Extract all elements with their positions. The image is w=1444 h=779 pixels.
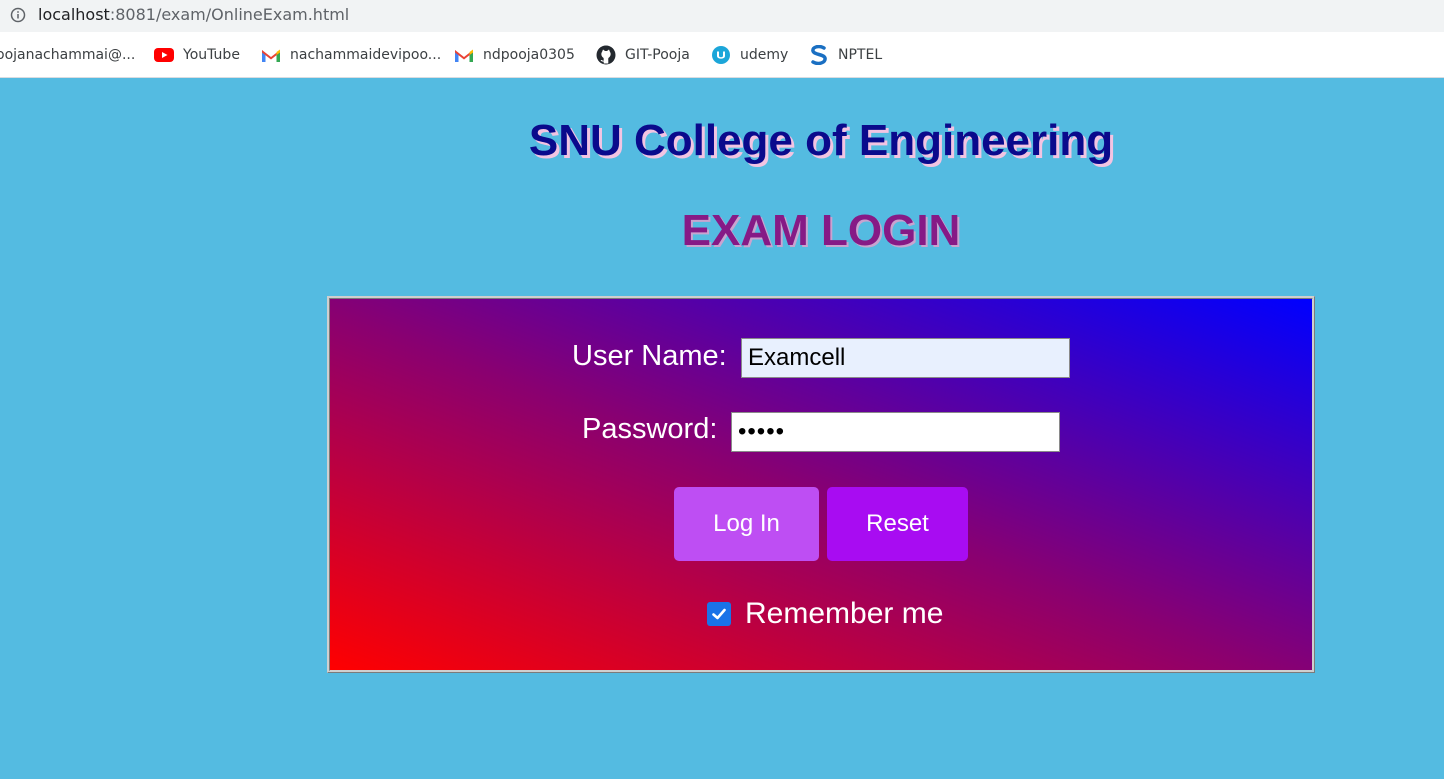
url-path: :8081/exam/OnlineExam.html bbox=[109, 5, 350, 24]
bookmark-udemy[interactable]: udemy bbox=[711, 45, 788, 65]
nptel-icon bbox=[809, 45, 829, 65]
bookmark-item[interactable]: oojanachammai@... bbox=[0, 45, 135, 65]
address-bar: localhost:8081/exam/OnlineExam.html bbox=[0, 0, 1444, 32]
bookmark-label: nachammaidevipoo... bbox=[290, 47, 442, 63]
url-host: localhost bbox=[38, 5, 110, 24]
login-panel: User Name: Password: Log In Reset Rememb… bbox=[327, 296, 1315, 673]
youtube-icon bbox=[154, 45, 174, 65]
username-input[interactable] bbox=[741, 338, 1070, 378]
bookmark-youtube[interactable]: YouTube bbox=[154, 45, 240, 65]
remember-me[interactable]: Remember me bbox=[707, 597, 943, 631]
info-icon[interactable] bbox=[10, 7, 26, 23]
reset-button[interactable]: Reset bbox=[827, 487, 968, 561]
password-label: Password: bbox=[582, 413, 718, 445]
udemy-icon bbox=[711, 45, 731, 65]
github-icon bbox=[596, 45, 616, 65]
gmail-icon bbox=[261, 45, 281, 65]
bookmark-label: ndpooja0305 bbox=[483, 47, 575, 63]
url-text[interactable]: localhost:8081/exam/OnlineExam.html bbox=[38, 5, 349, 24]
bookmark-gmail-2[interactable]: ndpooja0305 bbox=[454, 45, 575, 65]
remember-checkbox[interactable] bbox=[707, 602, 731, 626]
bookmark-label: GIT-Pooja bbox=[625, 47, 690, 63]
bookmark-github[interactable]: GIT-Pooja bbox=[596, 45, 690, 65]
remember-label: Remember me bbox=[745, 597, 944, 630]
gmail-icon bbox=[454, 45, 474, 65]
checkmark-icon bbox=[712, 608, 726, 620]
bookmark-label: NPTEL bbox=[838, 47, 883, 63]
bookmark-label: udemy bbox=[740, 47, 789, 63]
login-button[interactable]: Log In bbox=[674, 487, 819, 561]
login-heading: EXAM LOGIN bbox=[681, 206, 961, 255]
url-field[interactable]: localhost:8081/exam/OnlineExam.html bbox=[0, 0, 1444, 31]
username-label: User Name: bbox=[572, 340, 727, 372]
bookmark-nptel[interactable]: NPTEL bbox=[809, 45, 882, 65]
bookmark-label: YouTube bbox=[183, 47, 240, 63]
bookmark-label: oojanachammai@... bbox=[0, 47, 136, 63]
bookmarks-bar: oojanachammai@... YouTube nachammaidevip… bbox=[0, 32, 1444, 78]
college-title: SNU College of Engineering bbox=[528, 116, 1114, 165]
password-input[interactable] bbox=[731, 412, 1060, 452]
bookmark-gmail-1[interactable]: nachammaidevipoo... bbox=[261, 45, 441, 65]
